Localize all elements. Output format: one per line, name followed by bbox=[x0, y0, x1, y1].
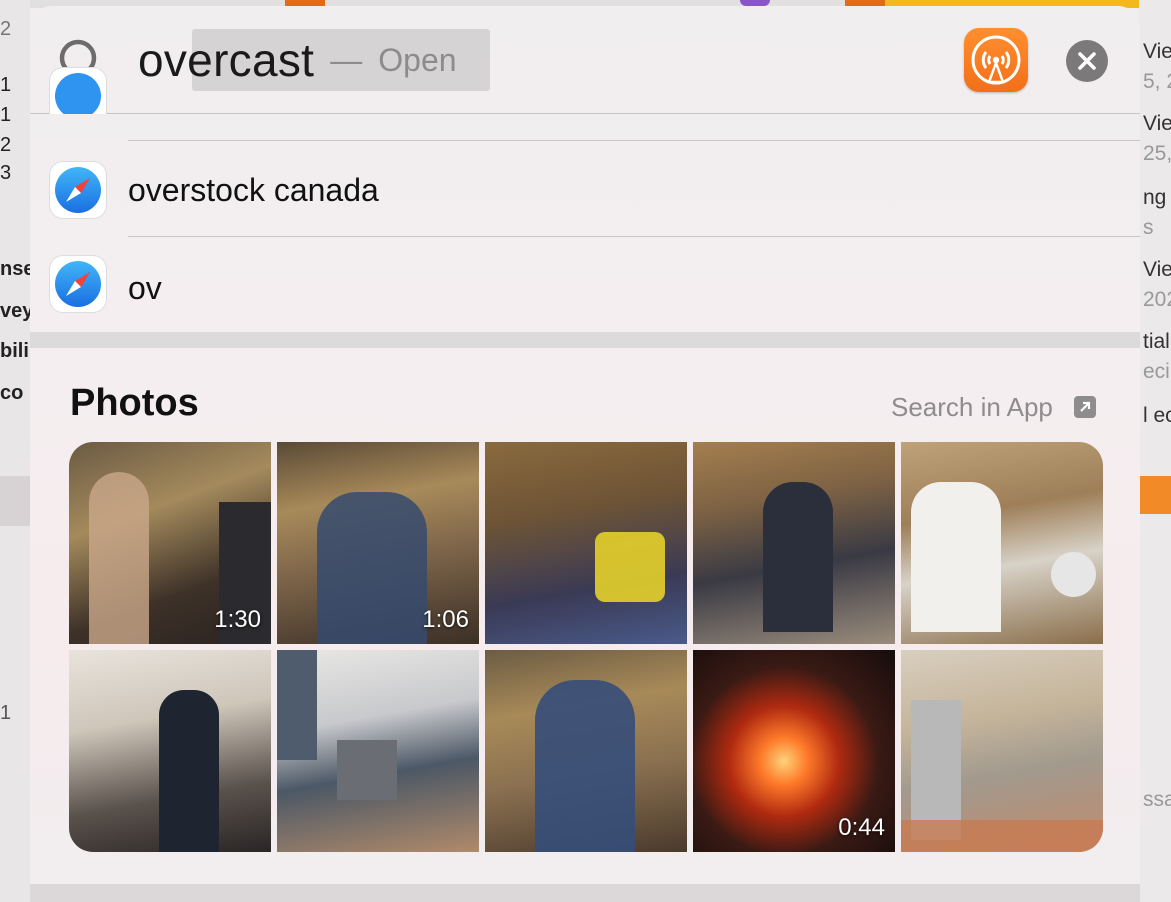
bg-fragment: tial bbox=[1143, 330, 1170, 353]
podcast-antenna-icon bbox=[971, 35, 1021, 85]
photo-thumbnail[interactable] bbox=[485, 442, 687, 644]
bg-fragment: 2 bbox=[0, 18, 12, 40]
spotlight-panel: overcast — Open overstock canada ov Phot… bbox=[30, 6, 1140, 902]
photos-grid: 1:30 1:06 0:44 bbox=[69, 442, 1103, 852]
result-label: ov bbox=[128, 270, 162, 306]
result-row[interactable]: ov bbox=[30, 238, 1140, 332]
open-in-app-icon[interactable] bbox=[1074, 396, 1096, 418]
photo-thumbnail[interactable] bbox=[901, 650, 1103, 852]
suggestion-action: Open bbox=[378, 41, 457, 78]
photo-thumbnail[interactable] bbox=[69, 650, 271, 852]
bg-fragment: ssa bbox=[1143, 788, 1171, 811]
clear-x-icon bbox=[1078, 52, 1096, 70]
bg-fragment: 5, 20 bbox=[1143, 70, 1171, 93]
row-mask bbox=[30, 114, 1140, 140]
bg-fragment: 25, bbox=[1143, 142, 1171, 165]
search-bar[interactable]: overcast — Open bbox=[30, 6, 1140, 114]
bg-fragment: co bbox=[0, 382, 24, 404]
clear-search-button[interactable] bbox=[1066, 40, 1108, 82]
safari-icon bbox=[50, 162, 106, 218]
search-in-app-link[interactable]: Search in App bbox=[891, 392, 1053, 423]
video-duration: 1:30 bbox=[214, 606, 261, 633]
section-separator bbox=[30, 884, 1140, 902]
video-duration: 0:44 bbox=[838, 814, 885, 841]
bg-fragment: vey bbox=[0, 300, 34, 322]
result-label: overstock canada bbox=[128, 172, 379, 208]
photos-section-title: Photos bbox=[70, 382, 199, 424]
bg-fragment: 1 bbox=[0, 702, 12, 724]
bg-fragment: 1 bbox=[0, 74, 12, 96]
bg-fragment: eci bbox=[1143, 360, 1170, 383]
photo-thumbnail[interactable] bbox=[277, 650, 479, 852]
divider bbox=[128, 236, 1140, 237]
photo-thumbnail[interactable] bbox=[485, 650, 687, 852]
bg-fragment: 3 bbox=[0, 162, 12, 184]
divider bbox=[128, 140, 1140, 141]
bg-fragment: 202 bbox=[1143, 288, 1171, 311]
photo-thumbnail[interactable] bbox=[901, 442, 1103, 644]
search-query: overcast bbox=[138, 34, 315, 86]
bg-fragment: Vie bbox=[1143, 40, 1171, 63]
background-bar bbox=[0, 476, 30, 526]
bg-fragment: 1 bbox=[0, 104, 12, 126]
result-row[interactable]: overstock canada bbox=[30, 142, 1140, 236]
overcast-app-icon[interactable] bbox=[964, 28, 1028, 92]
photo-thumbnail[interactable]: 1:30 bbox=[69, 442, 271, 644]
bg-fragment: l ec bbox=[1143, 404, 1171, 427]
video-duration: 1:06 bbox=[422, 606, 469, 633]
bg-fragment: s bbox=[1143, 216, 1154, 239]
bg-fragment: 2 bbox=[0, 134, 12, 156]
safari-icon bbox=[50, 256, 106, 312]
autocomplete-suggestion: — Open bbox=[330, 42, 456, 79]
photo-thumbnail[interactable] bbox=[693, 442, 895, 644]
background-app-left: 2 1 1 2 3 nse vey bili co 1 bbox=[0, 0, 34, 902]
search-input[interactable]: overcast — Open bbox=[138, 28, 490, 92]
background-accent-bar bbox=[1139, 476, 1171, 514]
suggestion-dash: — bbox=[330, 41, 363, 78]
bg-fragment: Vie bbox=[1143, 258, 1171, 281]
bg-fragment: Vie bbox=[1143, 112, 1171, 135]
photo-thumbnail[interactable]: 1:06 bbox=[277, 442, 479, 644]
bg-fragment: bili bbox=[0, 340, 29, 362]
bg-fragment: ng bbox=[1143, 186, 1167, 209]
photo-thumbnail[interactable]: 0:44 bbox=[693, 650, 895, 852]
section-separator bbox=[30, 332, 1140, 348]
background-app-right: Vie 5, 20 Vie 25, ng s Vie 202 tial eci … bbox=[1139, 0, 1171, 902]
